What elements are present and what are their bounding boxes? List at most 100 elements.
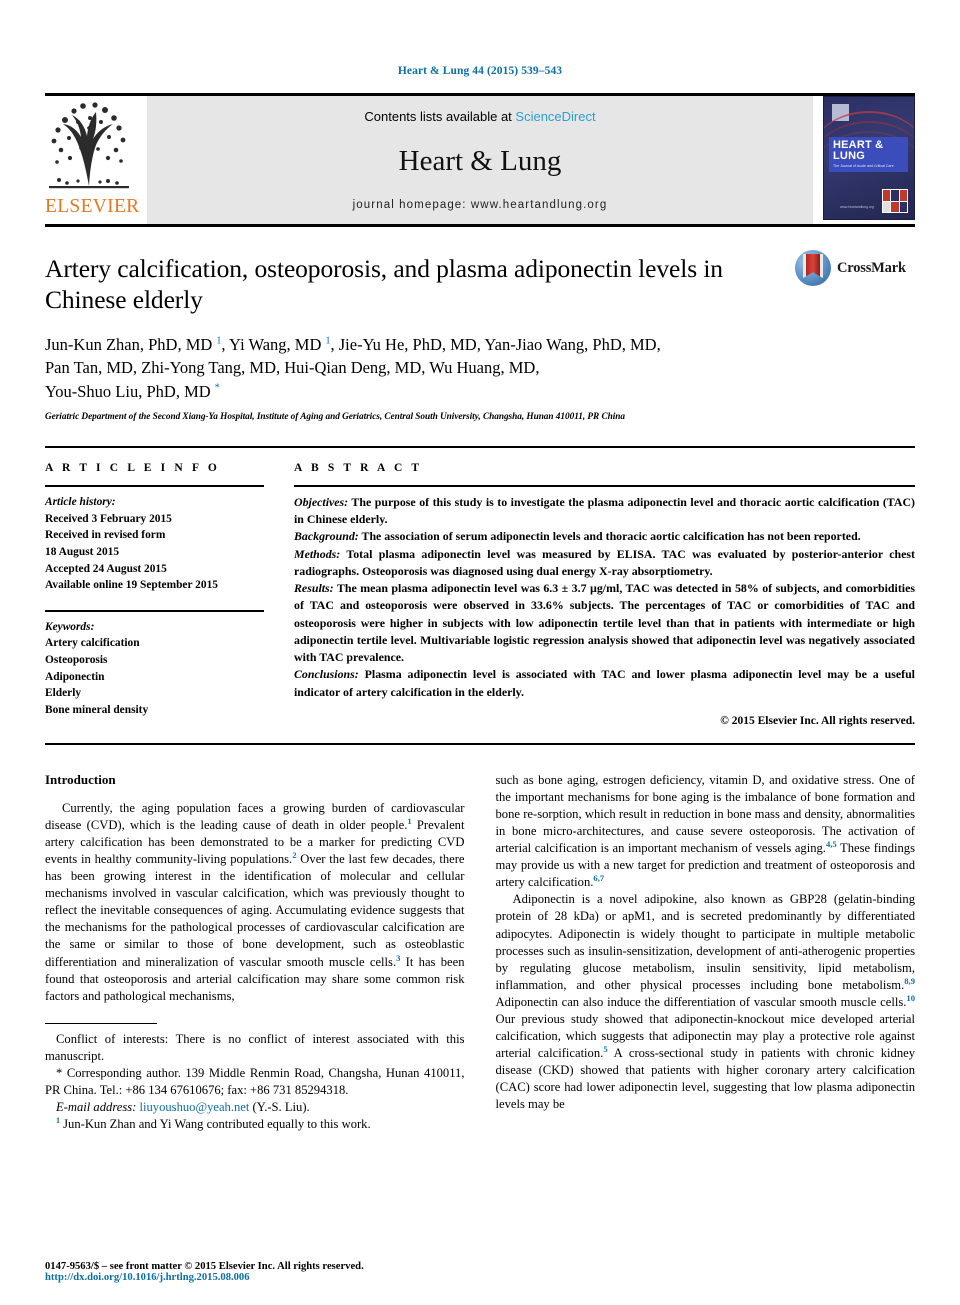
issn-copyright-line: 0147-9563/$ – see front matter © 2015 El…: [45, 1261, 364, 1272]
page-footer: 0147-9563/$ – see front matter © 2015 El…: [45, 1261, 465, 1283]
body-column-right: such as bone aging, estrogen deficiency,…: [496, 772, 916, 1133]
title-block: Artery calcification, osteoporosis, and …: [45, 227, 915, 422]
running-head: Heart & Lung 44 (2015) 539–543: [397, 65, 563, 77]
article-info-column: A R T I C L E I N F O Article history: R…: [45, 448, 278, 727]
crossmark-badge[interactable]: CrossMark: [795, 250, 915, 286]
footnote-email: E-mail address: liuyoushuo@yeah.net (Y.-…: [45, 1099, 465, 1116]
page-title: Artery calcification, osteoporosis, and …: [45, 254, 723, 315]
article-history-item: Accepted 24 August 2015: [45, 562, 167, 575]
author-line: You-Shuo Liu, PhD, MD *: [45, 381, 220, 401]
journal-masthead: ELSEVIER Contents lists available at Sci…: [45, 93, 915, 224]
keyword-item: Bone mineral density: [45, 704, 149, 717]
keyword-item: Elderly: [45, 687, 82, 700]
abstract-section-text: The association of serum adiponectin lev…: [358, 529, 861, 544]
abstract-section-text: Plasma adiponectin level is associated w…: [294, 667, 915, 699]
elsevier-logo: ELSEVIER: [45, 96, 140, 224]
abstract-heading: A B S T R A C T: [294, 461, 423, 474]
footnote-corresponding: * Corresponding author. 139 Middle Renmi…: [45, 1065, 465, 1099]
article-info-rule: [45, 484, 264, 487]
author-list: Jun-Kun Zhan, PhD, MD 1, Yi Wang, MD 1, …: [45, 333, 915, 403]
keyword-item: Adiponectin: [45, 670, 105, 683]
section-heading-introduction: Introduction: [45, 771, 116, 787]
info-abstract-section: A R T I C L E I N F O Article history: R…: [45, 445, 915, 727]
info-abstract-bottom-rule: [45, 742, 915, 745]
footnote-equal-text: Jun-Kun Zhan and Yi Wang contributed equ…: [60, 1117, 371, 1132]
footnote-equal-contribution: 1 Jun-Kun Zhan and Yi Wang contributed e…: [45, 1116, 465, 1133]
cover-title: HEART & LUNG: [833, 139, 884, 162]
elsevier-tree-icon: [45, 100, 133, 196]
article-history-label: Article history:: [45, 495, 116, 508]
body-paragraph: Currently, the aging population faces a …: [45, 800, 465, 1005]
footnote-conflict: Conflict of interests: There is no confl…: [45, 1031, 465, 1063]
citation-ref[interactable]: 10: [906, 993, 915, 1003]
paragraph-text: Adiponectin is a novel adipokine, also k…: [495, 892, 916, 992]
abstract-section-label: Background:: [294, 529, 359, 544]
article-first-page: Heart & Lung 44 (2015) 539–543 ELSEVIER …: [0, 0, 960, 1305]
abstract-section: Background: The association of serum adi…: [294, 528, 915, 545]
abstract-section: Conclusions: Plasma adiponectin level is…: [294, 666, 915, 701]
keywords-rule: [45, 609, 264, 612]
keyword-item: Artery calcification: [45, 637, 140, 650]
cover-title-band: HEART & LUNG The Journal of Acute and Cr…: [829, 137, 908, 173]
affiliation: Geriatric Department of the Second Xiang…: [45, 411, 626, 422]
cover-image-swatch: [882, 189, 908, 213]
elsevier-wordmark: ELSEVIER: [45, 196, 140, 217]
footnotes-block: Conflict of interests: There is no confl…: [45, 1031, 465, 1133]
contents-lists-prefix: Contents lists available at: [364, 109, 516, 124]
article-history-item: Received in revised form: [45, 529, 166, 542]
crossmark-label: CrossMark: [837, 259, 906, 276]
article-info-heading: A R T I C L E I N F O: [45, 461, 220, 474]
abstract-column: A B S T R A C T Objectives: The purpose …: [278, 448, 915, 727]
abstract-rule: [294, 484, 915, 487]
paragraph-text: Adiponectin can also induce the differen…: [495, 994, 907, 1009]
citation-ref[interactable]: 8,9: [904, 976, 915, 986]
abstract-body: Objectives: The purpose of this study is…: [294, 494, 915, 701]
crossmark-icon: [795, 250, 831, 286]
journal-banner: Contents lists available at ScienceDirec…: [147, 96, 813, 224]
body-paragraph: such as bone aging, estrogen deficiency,…: [496, 772, 916, 891]
author-line: Jun-Kun Zhan, PhD, MD 1, Yi Wang, MD 1, …: [45, 334, 661, 354]
paragraph-text: Currently, the aging population faces a …: [45, 800, 465, 833]
article-history-item: Available online 19 September 2015: [45, 579, 218, 592]
keyword-item: Osteoporosis: [45, 654, 108, 667]
body-column-left: Introduction Currently, the aging popula…: [45, 772, 465, 1133]
keywords-label: Keywords:: [45, 620, 95, 633]
email-address-suffix: (Y.-S. Liu).: [249, 1099, 310, 1114]
author-affiliation-marker: 1: [216, 335, 222, 347]
journal-homepage-link[interactable]: journal homepage: www.heartandlung.org: [353, 199, 608, 211]
body-columns: Introduction Currently, the aging popula…: [45, 772, 915, 1133]
email-address-link[interactable]: liuyoushuo@yeah.net: [140, 1100, 250, 1114]
footnote-corresponding-text: Corresponding author. 139 Middle Renmin …: [45, 1065, 465, 1097]
doi-link[interactable]: http://dx.doi.org/10.1016/j.hrtlng.2015.…: [45, 1272, 465, 1283]
abstract-section-label: Objectives:: [294, 494, 349, 509]
abstract-section: Methods: Total plasma adiponectin level …: [294, 546, 915, 581]
article-history-item: 18 August 2015: [45, 545, 120, 558]
abstract-section-label: Results:: [294, 581, 334, 596]
corresponding-author-marker: *: [214, 382, 220, 394]
abstract-section-label: Methods:: [294, 546, 341, 561]
email-address-label: E-mail address:: [56, 1099, 137, 1114]
citation-ref[interactable]: 6,7: [593, 873, 604, 883]
author-affiliation-marker: 1: [325, 335, 331, 347]
footnote-rule: [45, 1022, 157, 1031]
paragraph-text: Over the last few decades, there has bee…: [45, 852, 465, 969]
author-line: Pan Tan, MD, Zhi-Yong Tang, MD, Hui-Qian…: [45, 358, 540, 378]
abstract-section-text: Total plasma adiponectin level was measu…: [294, 546, 915, 578]
citation-ref[interactable]: 4,5: [826, 839, 837, 849]
article-history: Article history: Received 3 February 201…: [45, 494, 264, 594]
contents-lists-line: Contents lists available at ScienceDirec…: [364, 109, 595, 124]
abstract-section-text: The purpose of this study is to investig…: [294, 494, 915, 527]
cover-subtitle: The Journal of Acute and Critical Care: [833, 164, 894, 168]
body-paragraph: Adiponectin is a novel adipokine, also k…: [496, 891, 916, 1113]
abstract-section-text: The mean plasma adiponectin level was 6.…: [294, 581, 915, 665]
journal-title: Heart & Lung: [398, 145, 562, 177]
keywords-list: Keywords: Artery calcification Osteoporo…: [45, 619, 264, 719]
abstract-copyright: © 2015 Elsevier Inc. All rights reserved…: [720, 714, 915, 727]
journal-cover-thumbnail[interactable]: HEART & LUNG The Journal of Acute and Cr…: [823, 96, 915, 220]
abstract-section: Results: The mean plasma adiponectin lev…: [294, 580, 915, 666]
abstract-section: Objectives: The purpose of this study is…: [294, 494, 915, 529]
sciencedirect-link[interactable]: ScienceDirect: [515, 109, 595, 124]
article-history-item: Received 3 February 2015: [45, 512, 172, 525]
abstract-section-label: Conclusions:: [294, 667, 359, 682]
